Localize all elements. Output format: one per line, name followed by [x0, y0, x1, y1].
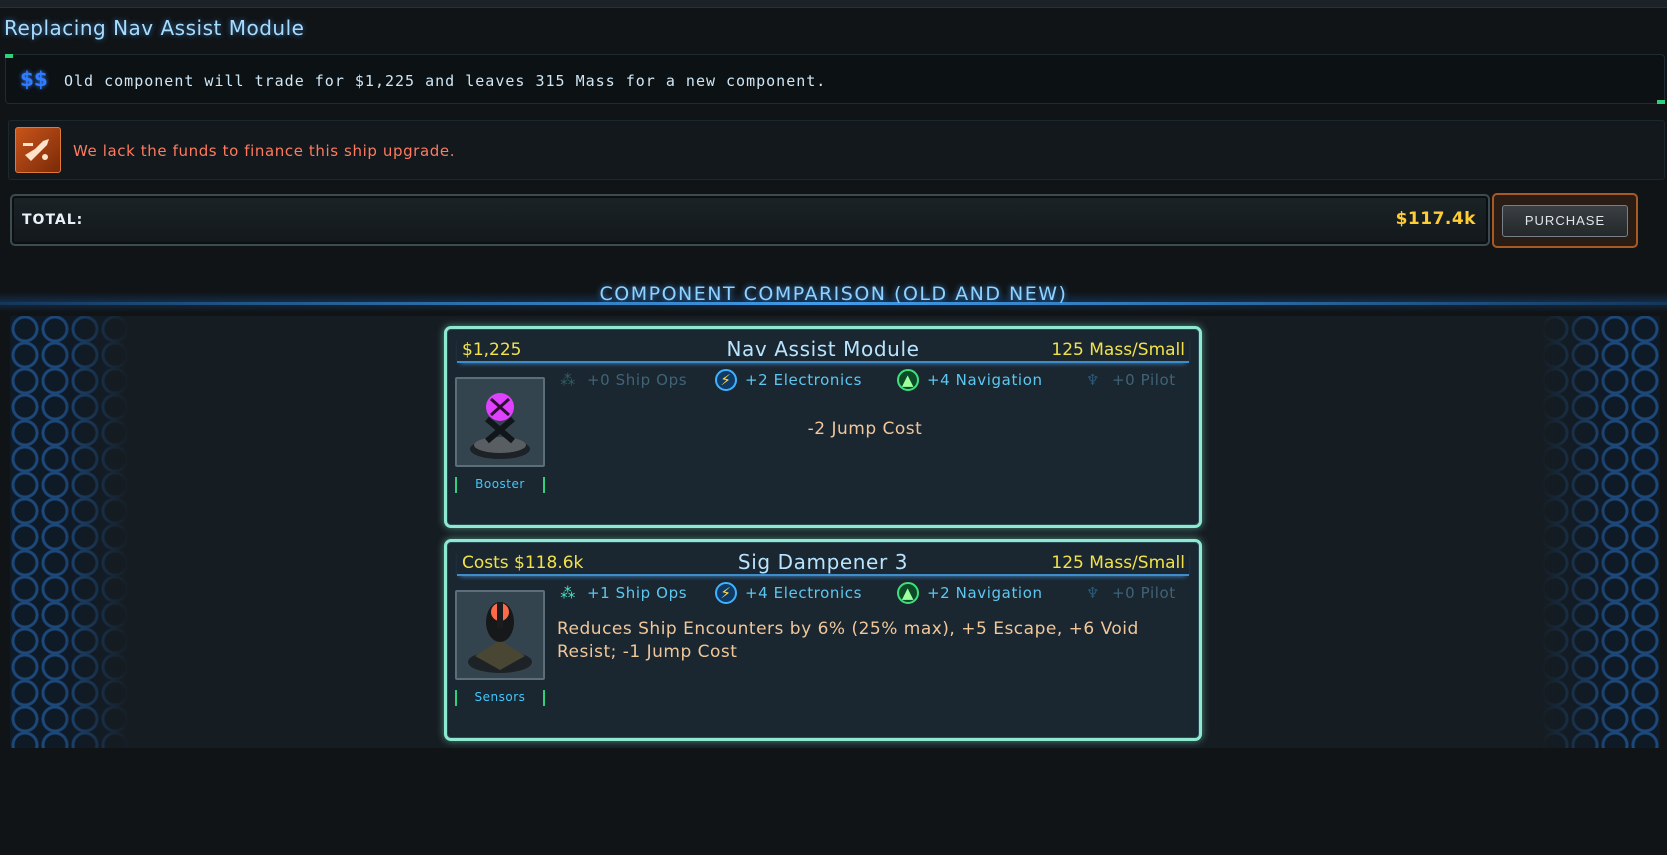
stat-navigation: ▲ +2 Navigation — [897, 582, 1043, 604]
stat-ship-ops: ⁂ +1 Ship Ops — [557, 582, 687, 604]
old-component-card[interactable]: $1,225 Nav Assist Module 125 Mass/Small … — [444, 326, 1202, 528]
stat-electronics-label: +2 Electronics — [745, 371, 863, 389]
navigation-icon: ▲ — [897, 369, 919, 391]
stat-ship-ops-label: +0 Ship Ops — [587, 371, 688, 389]
card-header: $1,225 Nav Assist Module 125 Mass/Small — [457, 335, 1189, 363]
component-mass: 125 Mass/Small — [1051, 340, 1185, 360]
navigation-icon: ▲ — [897, 582, 919, 604]
total-label: TOTAL: — [22, 212, 84, 228]
ship-ops-icon: ⁂ — [560, 584, 576, 602]
stat-electronics-label: +4 Electronics — [745, 584, 863, 602]
page-title: Replacing Nav Assist Module — [4, 16, 305, 40]
stat-electronics: ⚡ +2 Electronics — [715, 369, 862, 391]
stat-electronics: ⚡ +4 Electronics — [715, 582, 862, 604]
warning-text: We lack the funds to finance this ship u… — [73, 142, 456, 160]
component-type-label: Booster — [455, 477, 545, 493]
pilot-icon: ♆ — [1085, 371, 1101, 389]
funds-warning: We lack the funds to finance this ship u… — [8, 120, 1665, 180]
trade-info-text: Old component will trade for $1,225 and … — [64, 72, 827, 90]
stat-navigation-label: +2 Navigation — [927, 584, 1043, 602]
pilot-icon: ♆ — [1085, 584, 1101, 602]
hex-pattern-left — [10, 316, 130, 748]
component-image — [455, 590, 545, 680]
top-edge — [0, 0, 1667, 8]
stat-ship-ops: ⁂ +0 Ship Ops — [557, 369, 687, 391]
total-bar: TOTAL: $117.4k — [10, 194, 1490, 246]
purchase-button[interactable]: PURCHASE — [1502, 204, 1628, 237]
section-title: COMPONENT COMPARISON (OLD AND NEW) — [599, 283, 1068, 305]
electronics-icon: ⚡ — [715, 582, 737, 604]
stat-pilot-label: +0 Pilot — [1112, 584, 1176, 602]
component-description: -2 Jump Cost — [807, 419, 923, 439]
ship-wrench-icon — [15, 127, 61, 173]
new-component-card[interactable]: Costs $118.6k Sig Dampener 3 125 Mass/Sm… — [444, 539, 1202, 741]
hex-pattern-right — [1540, 316, 1660, 748]
component-type-label: Sensors — [455, 690, 545, 706]
electronics-icon: ⚡ — [715, 369, 737, 391]
component-mass: 125 Mass/Small — [1051, 553, 1185, 573]
total-value: $117.4k — [1395, 209, 1476, 229]
component-image — [455, 377, 545, 467]
stat-navigation: ▲ +4 Navigation — [897, 369, 1043, 391]
stat-pilot: ♆ +0 Pilot — [1082, 582, 1176, 604]
card-header: Costs $118.6k Sig Dampener 3 125 Mass/Sm… — [457, 548, 1189, 576]
dollar-icon: $$ — [20, 67, 48, 91]
purchase-button-frame: PURCHASE — [1492, 193, 1638, 248]
ship-ops-icon: ⁂ — [560, 371, 576, 389]
component-description: Reduces Ship Encounters by 6% (25% max),… — [557, 619, 1139, 662]
stat-pilot: ♆ +0 Pilot — [1082, 369, 1176, 391]
trade-info-box: $$ Old component will trade for $1,225 a… — [5, 54, 1665, 104]
stat-ship-ops-label: +1 Ship Ops — [587, 584, 688, 602]
stat-navigation-label: +4 Navigation — [927, 371, 1043, 389]
stat-pilot-label: +0 Pilot — [1112, 371, 1176, 389]
